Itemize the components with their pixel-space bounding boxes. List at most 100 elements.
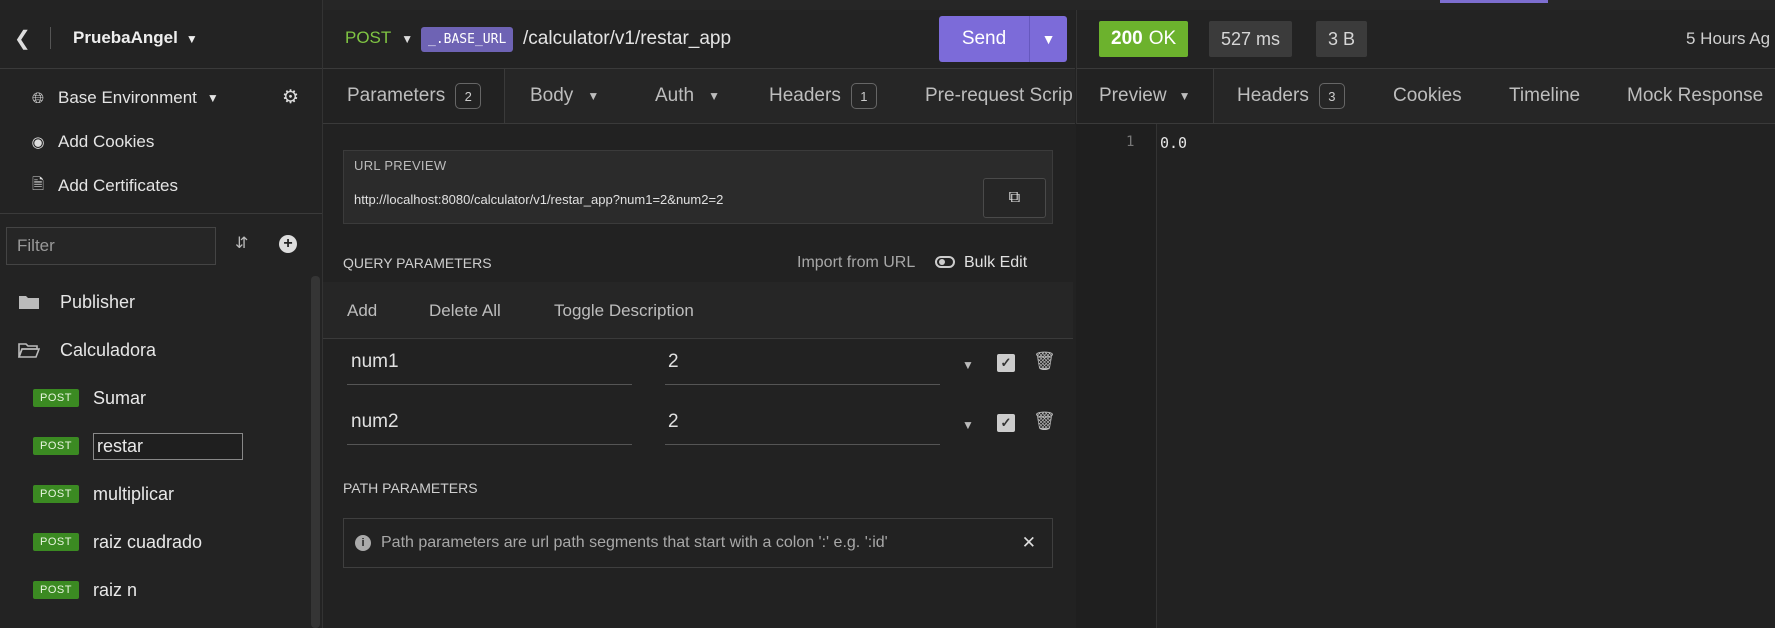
trash-icon[interactable]: 🗑︎ (1033, 411, 1056, 432)
status-code: 200 (1111, 28, 1143, 49)
filter-input[interactable]: Filter (6, 227, 216, 265)
add-cookies-label: Add Cookies (58, 132, 155, 151)
path-parameters-heading: PATH PARAMETERS (343, 480, 478, 496)
method-label: POST (345, 28, 392, 47)
tab-cookies[interactable]: Cookies (1393, 69, 1462, 123)
count-badge: 2 (455, 83, 482, 109)
tab-label: Pre-request Scrip (925, 85, 1073, 106)
param-value-input[interactable]: 2 (665, 411, 940, 445)
copy-button[interactable]: ⧉ (983, 178, 1046, 218)
folder-name: Calculadora (60, 339, 157, 360)
method-selector[interactable]: POST ▼ (345, 28, 413, 48)
request-item-sumar[interactable]: POST Sumar (33, 383, 146, 413)
chevron-down-icon: ▼ (401, 32, 414, 46)
tab-headers[interactable]: Headers 1 (769, 69, 877, 123)
request-tabs: Parameters 2 Body ▼ Auth ▼ Headers 1 Pre-req… (323, 69, 1075, 124)
gear-icon[interactable]: ⚙ (282, 86, 299, 109)
url-path-input[interactable]: /calculator/v1/restar_app (523, 28, 731, 50)
response-size: 3 B (1316, 21, 1368, 57)
back-icon[interactable]: ❮ (14, 26, 31, 51)
tab-label: Parameters (347, 85, 446, 106)
trash-icon[interactable]: 🗑︎ (1033, 351, 1056, 372)
environment-selector[interactable]: 🌐︎ Base Environment ▼ (0, 78, 322, 118)
tab-label: Headers (1237, 85, 1309, 106)
response-time: 527 ms (1209, 21, 1293, 57)
sort-icon[interactable]: ⇵ (235, 233, 248, 253)
path-info-banner: i Path parameters are url path segments … (343, 518, 1053, 568)
add-param-button[interactable]: Add (347, 301, 377, 321)
status-text: OK (1148, 28, 1177, 49)
tab-auth[interactable]: Auth ▼ (655, 69, 720, 123)
add-cookies-button[interactable]: ◉ Add Cookies (0, 122, 322, 162)
tab-label: Mock Response (1627, 85, 1764, 106)
tab-label: Cookies (1393, 85, 1462, 106)
response-tabs: Preview ▼ Headers 3 Cookies Timeline Mock … (1076, 69, 1775, 124)
chevron-down-icon: ▼ (185, 32, 198, 46)
request-item-multiplicar[interactable]: POST multiplicar (33, 479, 174, 509)
request-item-raiz-cuadrado[interactable]: POST raiz cuadrado (33, 527, 202, 557)
tab-preview[interactable]: Preview ▼ (1077, 69, 1214, 123)
divider (50, 27, 51, 49)
request-name-input[interactable]: restar (92, 432, 243, 460)
send-options-icon[interactable]: ▼ (1030, 31, 1067, 47)
chevron-down-icon[interactable]: ▼ (962, 358, 974, 372)
checkbox-icon[interactable]: ✓ (997, 414, 1015, 432)
request-item-restar[interactable]: POST restar (33, 431, 243, 461)
chevron-down-icon[interactable]: ▼ (962, 418, 974, 432)
tab-timeline[interactable]: Timeline (1509, 69, 1580, 123)
param-name-input[interactable]: num1 (347, 351, 632, 385)
count-badge: 1 (850, 83, 877, 109)
tab-pre-request-script[interactable]: Pre-request Scrip (925, 69, 1073, 123)
post-badge: POST (33, 485, 79, 503)
copy-icon: ⧉ (1008, 189, 1021, 206)
globe-icon: 🌐︎ (31, 89, 44, 107)
import-from-url-button[interactable]: Import from URL (797, 254, 915, 272)
response-body-panel (1076, 124, 1775, 628)
param-value-input[interactable]: 2 (665, 351, 940, 385)
project-selector[interactable]: PruebaAngel ▼ (73, 28, 198, 48)
checkbox-icon[interactable]: ✓ (997, 354, 1015, 372)
bulk-edit-toggle[interactable] (935, 256, 955, 268)
send-button[interactable]: Send ▼ (939, 16, 1067, 62)
request-item-raiz-n[interactable]: POST raiz n (33, 575, 137, 605)
add-certificates-button[interactable]: 🗎︎ Add Certificates (0, 166, 322, 206)
accent-bar (1440, 0, 1548, 3)
folder-item-calculadora[interactable]: Calculadora (18, 335, 156, 365)
param-name-input[interactable]: num2 (347, 411, 632, 445)
line-number: 1 (1126, 134, 1135, 150)
add-certificates-label: Add Certificates (58, 176, 178, 195)
tab-label: Body (530, 85, 574, 106)
filter-placeholder: Filter (17, 236, 55, 255)
request-name: raiz n (92, 579, 137, 600)
post-badge: POST (33, 533, 79, 551)
sidebar-scrollbar[interactable] (311, 276, 320, 628)
base-url-tag[interactable]: _.BASE_URL (421, 27, 514, 52)
tab-label: Headers (769, 85, 841, 106)
info-icon: i (355, 535, 371, 551)
tab-label: Timeline (1509, 85, 1581, 106)
post-badge: POST (33, 581, 79, 599)
folder-icon (19, 296, 39, 309)
tab-body[interactable]: Body ▼ (530, 69, 599, 123)
tab-response-headers[interactable]: Headers 3 (1237, 69, 1345, 123)
folder-name: Publisher (60, 291, 136, 312)
response-timestamp[interactable]: 5 Hours Ag (1686, 29, 1770, 49)
divider (0, 213, 322, 214)
response-body-text[interactable]: 0.0 (1160, 134, 1187, 152)
close-icon[interactable]: ✕ (1022, 533, 1036, 553)
post-badge: POST (33, 437, 79, 455)
folder-item-publisher[interactable]: Publisher (18, 287, 135, 317)
certificate-icon: 🗎︎ (31, 175, 45, 193)
request-name: multiplicar (92, 483, 174, 504)
post-badge: POST (33, 389, 79, 407)
toggle-description-button[interactable]: Toggle Description (554, 301, 694, 321)
url-preview-label: URL PREVIEW (354, 158, 447, 173)
tab-mock-response[interactable]: Mock Response (1627, 69, 1763, 123)
tab-label: Auth (655, 85, 695, 106)
tab-parameters[interactable]: Parameters 2 (323, 69, 505, 123)
delete-all-button[interactable]: Delete All (429, 301, 501, 321)
cookie-icon: ◉ (31, 134, 45, 151)
add-icon[interactable]: + (279, 235, 297, 253)
bulk-edit-label[interactable]: Bulk Edit (964, 254, 1027, 272)
path-info-text: Path parameters are url path segments th… (381, 534, 888, 551)
